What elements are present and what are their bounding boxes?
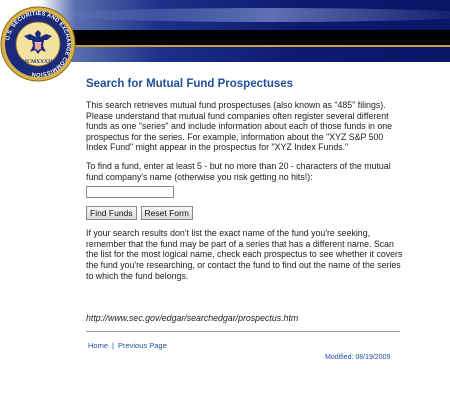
seal-year: MCMXXXIV (22, 59, 54, 65)
fund-company-input[interactable] (86, 186, 174, 199)
reset-form-button[interactable]: Reset Form (140, 206, 193, 221)
page-url: http://www.sec.gov/edgar/searchedgar/pro… (86, 313, 299, 323)
note-paragraph: If your search results don't list the ex… (86, 228, 403, 281)
banner-gold-stripe (60, 45, 450, 47)
page-title: Search for Mutual Fund Prospectuses (86, 78, 294, 90)
divider (86, 331, 400, 332)
find-funds-button[interactable]: Find Funds (86, 206, 137, 221)
footer-separator: | (112, 341, 114, 350)
banner-swoosh (60, 8, 450, 22)
footer-nav: Home | Previous Page (88, 341, 167, 350)
sec-seal-logo: U.S. SECURITIES AND EXCHANGE COMMISSION … (0, 6, 76, 82)
instructions-paragraph: To find a fund, enter at least 5 - but n… (86, 160, 391, 182)
form-buttons: Find Funds Reset Form (86, 206, 406, 221)
banner-black-stripe (60, 30, 450, 45)
home-link[interactable]: Home (88, 341, 108, 350)
intro-paragraph: This search retrieves mutual fund prospe… (86, 100, 393, 153)
modified-date: Modified: 08/19/2009 (325, 354, 391, 361)
previous-page-link[interactable]: Previous Page (118, 341, 167, 350)
main-content: Search for Mutual Fund Prospectuses This… (86, 78, 406, 289)
